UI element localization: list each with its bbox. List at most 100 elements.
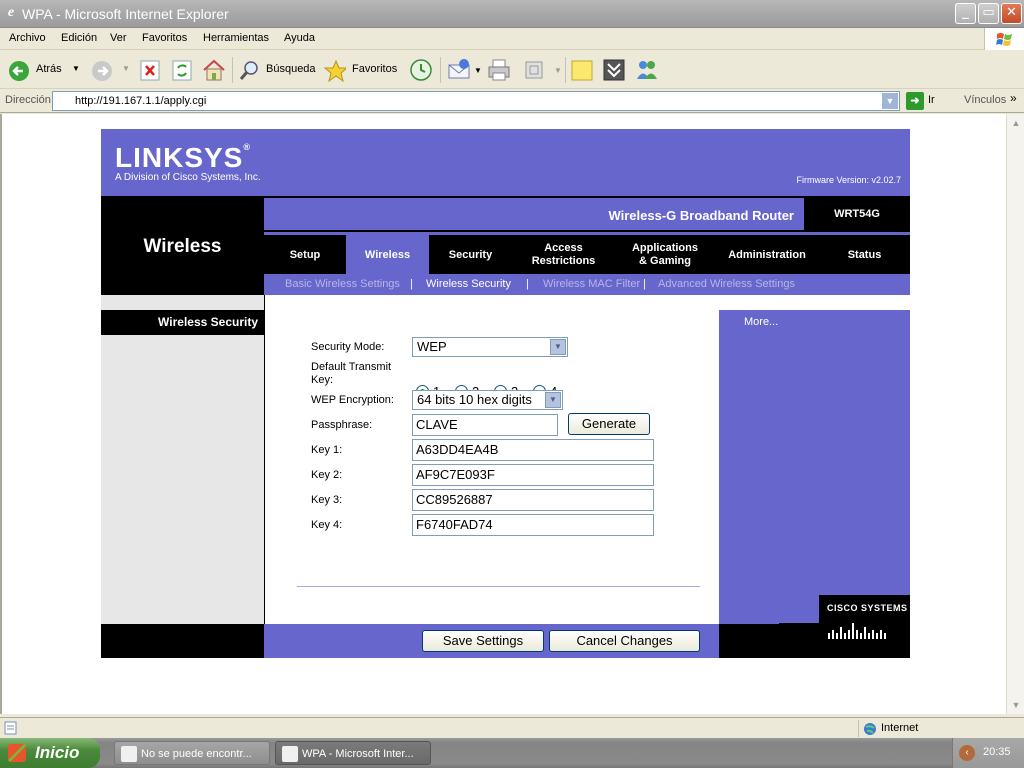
go-button[interactable]: Ir — [928, 94, 935, 106]
vertical-scrollbar[interactable]: ▲ ▼ — [1006, 114, 1024, 714]
browser-viewport: LINKSYS® A Division of Cisco Systems, In… — [0, 114, 1006, 714]
taskbar: Inicio No se puede encontr... WPA - Micr… — [0, 738, 1024, 768]
product-bar: Wireless-G Broadband Router WRT54G — [264, 196, 910, 232]
back-dropdown-icon[interactable]: ▼ — [72, 62, 80, 75]
favorites-button[interactable]: Favoritos — [324, 57, 402, 83]
mail-icon — [448, 59, 470, 79]
scroll-down-icon[interactable]: ▼ — [1008, 697, 1024, 713]
home-icon — [203, 59, 225, 81]
address-url[interactable]: http://191.167.1.1/apply.cgi — [75, 95, 206, 107]
save-settings-button[interactable]: Save Settings — [422, 630, 544, 652]
scroll-up-icon[interactable]: ▲ — [1008, 115, 1024, 131]
ie-page-icon — [282, 746, 298, 762]
tab-status[interactable]: Status — [819, 235, 910, 274]
forward-button[interactable]: ▼ — [91, 57, 131, 83]
passphrase-input[interactable]: CLAVE — [412, 414, 558, 436]
menu-herramientas[interactable]: Herramientas — [203, 31, 269, 46]
menu-archivo[interactable]: Archivo — [9, 31, 46, 46]
tab-administration[interactable]: Administration — [715, 235, 819, 274]
wep-encryption-label: WEP Encryption: — [311, 394, 394, 406]
wep-encryption-select[interactable]: 64 bits 10 hex digits ▼ — [412, 390, 563, 410]
wep-encryption-value: 64 bits 10 hex digits — [417, 392, 532, 407]
key1-input[interactable]: A63DD4EA4B — [412, 439, 654, 461]
subtab-advanced-wireless[interactable]: Advanced Wireless Settings — [658, 274, 795, 295]
product-name: Wireless-G Broadband Router — [608, 208, 794, 223]
more-link[interactable]: More... — [744, 316, 778, 328]
security-mode-select[interactable]: WEP ▼ — [412, 337, 568, 357]
discuss-button[interactable] — [570, 57, 594, 83]
ie-page-icon — [121, 746, 137, 762]
links-label[interactable]: Vínculos — [964, 94, 1006, 106]
generate-button[interactable]: Generate — [568, 413, 650, 435]
stop-button[interactable] — [139, 57, 161, 83]
history-button[interactable] — [409, 57, 433, 83]
back-button[interactable]: Atrás ▼ — [8, 57, 83, 83]
go-arrow-icon[interactable]: ➜ — [906, 92, 924, 110]
refresh-button[interactable] — [171, 57, 193, 83]
menu-favoritos[interactable]: Favoritos — [142, 31, 187, 46]
menu-ayuda[interactable]: Ayuda — [284, 31, 315, 46]
favorites-label: Favoritos — [352, 63, 398, 75]
key2-input[interactable]: AF9C7E093F — [412, 464, 654, 486]
key4-input[interactable]: F6740FAD74 — [412, 514, 654, 536]
back-label: Atrás — [36, 63, 62, 75]
mail-button[interactable]: ▼ — [447, 57, 482, 83]
search-icon — [239, 61, 258, 80]
system-tray: ‹ 20:35 — [952, 738, 1024, 768]
history-icon — [410, 59, 432, 81]
logo-subtitle: A Division of Cisco Systems, Inc. — [115, 172, 261, 183]
footer-left — [101, 624, 264, 658]
address-input[interactable]: http://191.167.1.1/apply.cgi ▼ — [52, 91, 900, 111]
tab-applications-gaming[interactable]: Applications & Gaming — [615, 235, 715, 274]
search-button[interactable]: Búsqueda — [238, 57, 318, 83]
research-button[interactable] — [602, 57, 626, 83]
address-dropdown-icon[interactable]: ▼ — [882, 93, 898, 109]
security-mode-label: Security Mode: — [311, 341, 385, 353]
windows-logo-icon — [984, 28, 1024, 50]
left-spacer — [101, 295, 264, 310]
globe-icon — [864, 723, 876, 735]
key3-input[interactable]: CC89526887 — [412, 489, 654, 511]
refresh-icon — [172, 60, 192, 81]
taskbar-item-error-page[interactable]: No se puede encontr... — [114, 741, 270, 765]
note-icon — [571, 60, 593, 81]
help-column: More... — [719, 295, 910, 624]
chevron-down-icon: ▼ — [545, 392, 561, 408]
cancel-changes-button[interactable]: Cancel Changes — [549, 630, 700, 652]
menu-ver[interactable]: Ver — [110, 31, 127, 46]
subtab-mac-filter[interactable]: Wireless MAC Filter — [543, 274, 640, 295]
restore-button[interactable]: ▭ — [978, 3, 999, 24]
taskbar-item-wpa[interactable]: WPA - Microsoft Inter... — [275, 741, 431, 765]
key3-label: Key 3: — [311, 494, 343, 506]
default-key-label: Default Transmit Key: — [311, 361, 392, 386]
close-button[interactable]: ✕ — [1001, 3, 1022, 24]
research-icon — [603, 59, 625, 81]
menu-edicion[interactable]: Edición — [61, 31, 97, 46]
tab-security[interactable]: Security — [429, 235, 512, 274]
security-zone: Internet — [858, 720, 1024, 737]
favorites-star-icon — [324, 60, 346, 82]
subtab-wireless-security[interactable]: Wireless Security — [426, 274, 511, 295]
home-button[interactable] — [202, 57, 226, 83]
tab-setup[interactable]: Setup — [264, 235, 346, 274]
tab-access-restrictions[interactable]: Access Restrictions — [512, 235, 615, 274]
tray-expand-icon[interactable]: ‹ — [959, 745, 975, 761]
forward-dropdown-icon[interactable]: ▼ — [122, 62, 130, 75]
edit-button[interactable]: ▼ — [523, 57, 563, 83]
toolbar: Atrás ▼ ▼ Búsqueda Favoritos ▼ ▼ — [0, 51, 1024, 89]
start-button[interactable]: Inicio — [0, 738, 100, 768]
messenger-button[interactable] — [634, 57, 660, 83]
print-button[interactable] — [487, 57, 511, 83]
edit-dropdown-icon[interactable]: ▼ — [554, 66, 562, 75]
stop-icon — [140, 60, 160, 81]
mail-dropdown-icon[interactable]: ▼ — [474, 66, 482, 75]
windows-flag-icon — [8, 744, 26, 762]
ie-icon: e — [7, 5, 15, 20]
subtab-basic-wireless[interactable]: Basic Wireless Settings — [285, 274, 400, 295]
subtab-separator: | — [643, 278, 646, 290]
minimize-button[interactable]: _ — [955, 3, 976, 24]
links-chevron-icon[interactable]: » — [1010, 91, 1017, 105]
tab-wireless[interactable]: Wireless — [346, 235, 429, 274]
subtab-separator: | — [526, 278, 529, 290]
address-label: Dirección — [5, 94, 51, 106]
